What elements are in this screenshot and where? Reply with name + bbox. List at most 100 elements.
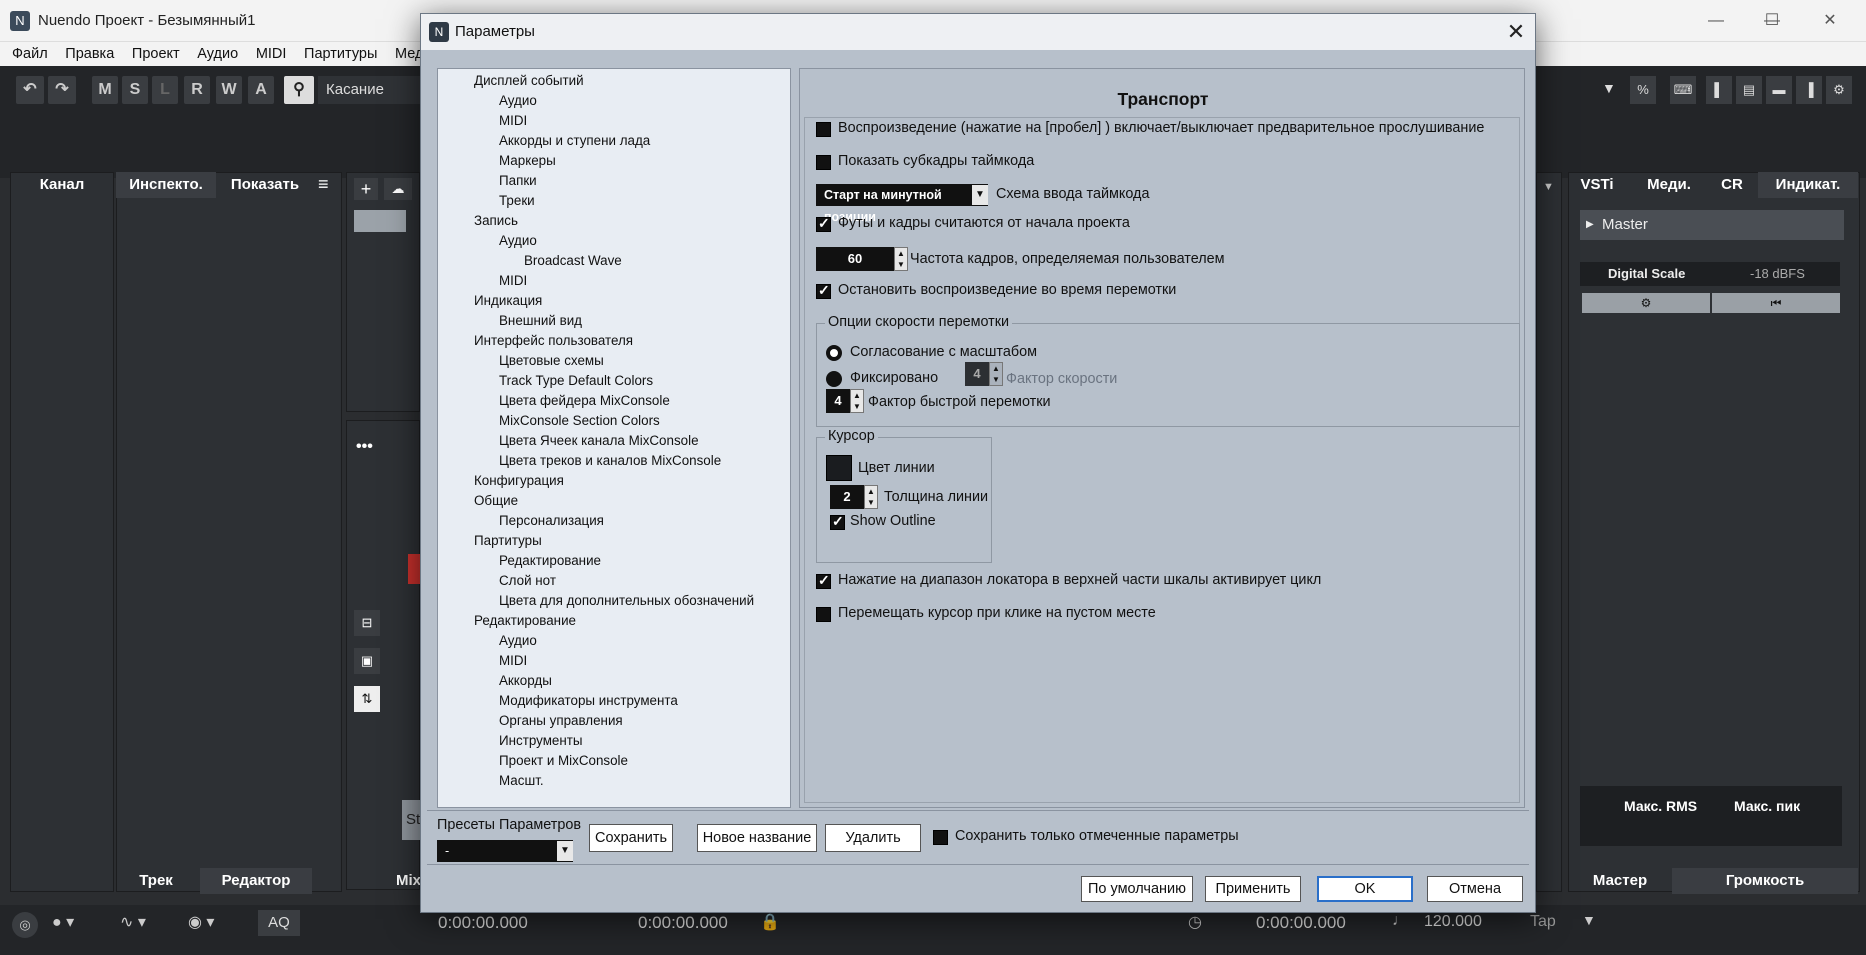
- add-track-icon[interactable]: +: [354, 178, 378, 200]
- menu-file[interactable]: Файл: [12, 42, 48, 66]
- tree-item[interactable]: MIDI: [499, 113, 527, 128]
- minimize-button[interactable]: —: [1696, 8, 1736, 34]
- fader-icon[interactable]: ⇅: [354, 686, 380, 712]
- right-zone-icon[interactable]: ▐: [1796, 76, 1822, 104]
- solo-button[interactable]: S: [122, 76, 148, 104]
- meter-settings-icon[interactable]: ⚙: [1582, 293, 1710, 313]
- fast-wind-spinbox[interactable]: 4 ▲ ▼: [826, 389, 864, 413]
- speed-factor-spinbox[interactable]: 4 ▲ ▼: [965, 362, 1003, 386]
- keyboard-icon[interactable]: ⌨: [1670, 76, 1696, 104]
- tree-item[interactable]: Партитуры: [474, 533, 542, 548]
- punch-icon[interactable]: ◉ ▾: [188, 912, 214, 932]
- automation-button[interactable]: A: [248, 76, 274, 104]
- show-outline-checkbox[interactable]: [830, 513, 845, 530]
- menu-midi[interactable]: MIDI: [256, 42, 287, 66]
- tab-meter[interactable]: Индикат.: [1758, 172, 1858, 198]
- tree-item[interactable]: Аудио: [499, 233, 537, 248]
- tab-volume[interactable]: Громкость: [1672, 868, 1858, 894]
- tab-inspector[interactable]: Инспекто.: [116, 172, 216, 198]
- more-dots-icon[interactable]: •••: [356, 438, 373, 456]
- close-icon[interactable]: ✕: [1501, 18, 1531, 46]
- sync-icon[interactable]: ◎: [12, 912, 38, 938]
- preview-checkbox[interactable]: [816, 122, 831, 137]
- automation-mode-icon[interactable]: ⚲: [284, 76, 314, 104]
- lower-zone-icon[interactable]: ▬: [1766, 76, 1792, 104]
- tree-item[interactable]: Аудио: [499, 633, 537, 648]
- tree-item[interactable]: Внешний вид: [499, 313, 582, 328]
- tree-item[interactable]: MIDI: [499, 273, 527, 288]
- tab-track[interactable]: Трек: [116, 872, 196, 889]
- tab-vsti[interactable]: VSTi: [1572, 176, 1622, 193]
- auto-quantize-button[interactable]: AQ: [258, 910, 300, 936]
- line-width-spinbox[interactable]: 2 ▲ ▼: [830, 485, 878, 509]
- expand-arrow-icon[interactable]: ▶: [1586, 210, 1594, 240]
- tree-item[interactable]: Органы управления: [499, 713, 623, 728]
- presets-select[interactable]: - ▼: [437, 840, 573, 862]
- tree-item[interactable]: Редактирование: [499, 553, 601, 568]
- tree-item[interactable]: Индикация: [474, 293, 542, 308]
- scroll-down-icon[interactable]: ▼: [1543, 181, 1554, 193]
- folder-add-icon[interactable]: ☁: [384, 178, 412, 200]
- tree-item[interactable]: Масшт.: [499, 773, 544, 788]
- tap-button[interactable]: Tap: [1530, 913, 1556, 931]
- spin-arrows-icon[interactable]: ▲ ▼: [894, 247, 908, 271]
- apply-button[interactable]: Применить: [1205, 876, 1301, 902]
- spin-arrows-icon[interactable]: ▲ ▼: [989, 362, 1003, 386]
- tab-mix[interactable]: Mix: [388, 872, 421, 889]
- menu-lines-icon[interactable]: ≡: [318, 174, 329, 195]
- waveform-icon[interactable]: ∿ ▾: [120, 912, 146, 932]
- left-locator-time[interactable]: 0:00:00.000: [438, 913, 528, 933]
- tab-media[interactable]: Меди.: [1636, 176, 1702, 193]
- tree-item[interactable]: Аккорды: [499, 673, 552, 688]
- read-button[interactable]: R: [184, 76, 210, 104]
- wind-fixed-radio[interactable]: [826, 371, 842, 387]
- tree-item[interactable]: Broadcast Wave: [524, 253, 622, 268]
- folder-track[interactable]: [354, 210, 406, 232]
- spin-arrows-icon[interactable]: ▲ ▼: [864, 485, 878, 509]
- tree-item[interactable]: Track Type Default Colors: [499, 373, 653, 388]
- tree-item[interactable]: Слой нот: [499, 573, 556, 588]
- layout-icon[interactable]: ▤: [1736, 76, 1762, 104]
- tree-item[interactable]: Цвета для дополнительных обозначений: [499, 593, 754, 608]
- settings-gear-icon[interactable]: ⚙: [1826, 76, 1852, 104]
- percent-icon[interactable]: %: [1630, 76, 1656, 104]
- tab-show[interactable]: Показать: [222, 176, 308, 193]
- subframes-checkbox[interactable]: [816, 155, 831, 170]
- tree-item[interactable]: Интерфейс пользователя: [474, 333, 633, 348]
- undo-icon[interactable]: ↶: [16, 76, 44, 104]
- menu-edit[interactable]: Правка: [65, 42, 114, 66]
- tempo-value[interactable]: 120.000: [1424, 913, 1482, 931]
- tree-item[interactable]: Модификаторы инструмента: [499, 693, 678, 708]
- preset-delete-button[interactable]: Удалить: [825, 824, 921, 852]
- tree-item[interactable]: Общие: [474, 493, 518, 508]
- wind-zoom-radio[interactable]: [826, 345, 842, 361]
- menu-audio[interactable]: Аудио: [197, 42, 238, 66]
- tab-channel[interactable]: Канал: [10, 176, 114, 193]
- move-cursor-checkbox[interactable]: [816, 607, 831, 622]
- insert-icon[interactable]: ⊟: [354, 610, 380, 636]
- device-icon[interactable]: ▣: [354, 648, 380, 674]
- fps-spinbox[interactable]: 60 ▲ ▼: [816, 247, 908, 271]
- tree-item[interactable]: Цветовые схемы: [499, 353, 604, 368]
- timecode-mode-select[interactable]: Старт на минутной позиции ▼: [816, 184, 988, 224]
- listen-button[interactable]: L: [152, 76, 178, 104]
- tree-item[interactable]: Инструменты: [499, 733, 583, 748]
- tree-item[interactable]: Цвета Ячеек канала MixConsole: [499, 433, 699, 448]
- tree-item[interactable]: Цвета треков и каналов MixConsole: [499, 453, 721, 468]
- record-mode-icon[interactable]: ● ▾: [52, 912, 74, 932]
- default-button[interactable]: По умолчанию: [1081, 876, 1193, 902]
- tree-item[interactable]: Треки: [499, 193, 535, 208]
- tab-editor[interactable]: Редактор: [200, 868, 312, 894]
- tree-item[interactable]: Аудио: [499, 93, 537, 108]
- preset-rename-button[interactable]: Новое название: [697, 824, 817, 852]
- left-zone-icon[interactable]: ▌: [1706, 76, 1732, 104]
- tab-master[interactable]: Мастер: [1582, 872, 1658, 889]
- feet-frames-checkbox[interactable]: [816, 215, 831, 232]
- tree-item[interactable]: Конфигурация: [474, 473, 564, 488]
- tree-item[interactable]: MixConsole Section Colors: [499, 413, 660, 428]
- line-color-swatch[interactable]: [826, 455, 852, 481]
- spin-arrows-icon[interactable]: ▲ ▼: [850, 389, 864, 413]
- locator-cycle-checkbox[interactable]: [816, 572, 831, 589]
- cancel-button[interactable]: Отмена: [1427, 876, 1523, 902]
- tab-cr[interactable]: CR: [1712, 176, 1752, 193]
